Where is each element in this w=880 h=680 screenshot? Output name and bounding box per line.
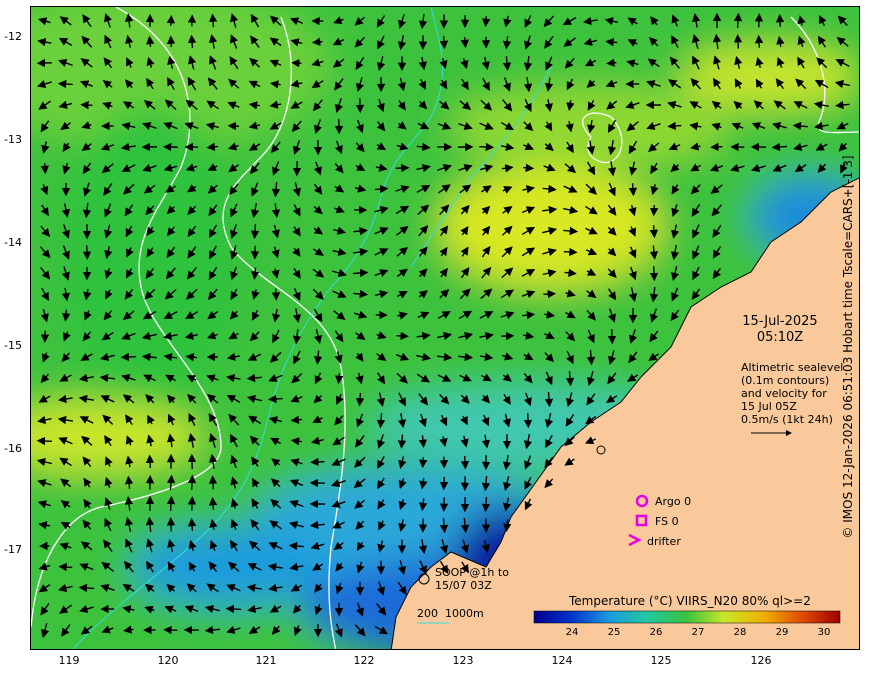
velocity-arrow [311, 37, 323, 46]
velocity-arrow [523, 163, 535, 172]
velocity-arrow [396, 331, 409, 341]
lon-tick-label: 121 [255, 654, 277, 667]
velocity-arrow [166, 495, 176, 511]
velocity-arrow [208, 475, 218, 490]
overlay-time: 05:10Z [756, 330, 804, 345]
velocity-arrow [733, 34, 743, 49]
velocity-arrow [481, 16, 491, 28]
velocity-arrow [166, 517, 176, 532]
velocity-arrow [754, 34, 764, 48]
velocity-arrow [460, 37, 469, 49]
colorbar-tick: 25 [607, 627, 621, 638]
lat-tick-label: -12 [4, 30, 22, 43]
velocity-arrow [187, 474, 197, 490]
velocity-arrow [523, 413, 533, 429]
velocity-arrow [40, 163, 50, 175]
velocity-arrow [754, 13, 764, 28]
lat-tick-label: -15 [4, 339, 22, 352]
lon-tick-label: 123 [452, 654, 474, 667]
velocity-arrow [460, 455, 470, 470]
velocity-arrow [146, 35, 155, 47]
desc-line: (0.1m contours) [741, 374, 830, 387]
overlay-description: Altimetric sealevel (0.1m contours) and … [741, 361, 843, 426]
velocity-arrow [606, 58, 617, 67]
overlay-date: 15-Jul-2025 [742, 314, 818, 329]
velocity-arrow [775, 13, 785, 27]
velocity-arrow [291, 58, 302, 68]
lon-tick-label: 119 [58, 654, 80, 667]
lat-tick-label: -16 [4, 442, 22, 455]
lon-tick-label: 124 [551, 654, 573, 667]
fs-label: FS 0 [655, 515, 679, 528]
velocity-arrow [225, 604, 241, 614]
velocity-arrow [563, 247, 578, 257]
velocity-arrow [163, 625, 178, 635]
desc-line: 0.5m/s (1kt 24h) [741, 413, 833, 426]
colorbar-tick: 26 [649, 627, 663, 638]
desc-line: 15 Jul 05Z [741, 400, 797, 413]
lat-tick-label: -14 [4, 236, 22, 249]
velocity-arrow [120, 352, 137, 362]
velocity-arrow [374, 184, 389, 194]
velocity-arrow [208, 496, 218, 510]
soop-line: 15/07 03Z [435, 579, 492, 592]
velocity-arrow [543, 289, 557, 299]
bathy-label: 200 1000m [417, 607, 484, 620]
velocity-arrow [479, 142, 495, 152]
velocity-arrow [733, 12, 743, 28]
velocity-arrow [187, 517, 197, 531]
colorbar-tick: 27 [691, 627, 705, 638]
velocity-arrow [649, 225, 659, 239]
velocity-arrow [439, 36, 449, 50]
velocity-arrow [334, 373, 344, 385]
velocity-arrow [61, 309, 71, 322]
argo-label: Argo 0 [655, 495, 692, 508]
colorbar-tick: 24 [565, 627, 579, 638]
velocity-arrow [250, 224, 260, 240]
velocity-arrow [310, 457, 325, 467]
soop-label: SOOP @1h to 15/07 03Z [435, 566, 509, 592]
lat-tick-label: -13 [4, 133, 22, 146]
velocity-arrow [166, 14, 176, 26]
soop-line: SOOP @1h to [435, 566, 509, 579]
velocity-arrow [271, 288, 281, 301]
lon-tick-label: 122 [353, 654, 375, 667]
overlay-date-block: 15-Jul-2025 05:10Z [731, 314, 829, 346]
velocity-arrow [667, 121, 682, 131]
velocity-arrow [58, 562, 73, 572]
velocity-arrow [628, 183, 638, 197]
colorbar-tick: 28 [733, 627, 747, 638]
velocity-arrow [352, 268, 369, 278]
desc-line: Altimetric sealevel [741, 361, 844, 374]
velocity-arrow [145, 454, 155, 469]
sst-map[interactable]: 15-Jul-2025 05:10Z Altimetric sealevel (… [30, 6, 860, 650]
velocity-arrow [78, 583, 95, 593]
credit-text: © IMOS 12-Jan-2026 06:51:03 Hobart time … [841, 155, 855, 539]
velocity-arrow [544, 392, 554, 408]
velocity-arrow [607, 328, 617, 345]
lat-tick-label: -17 [4, 543, 22, 556]
velocity-arrow [649, 266, 659, 282]
velocity-arrow [227, 121, 240, 131]
colorbar-tick: 30 [817, 627, 831, 638]
lon-tick-label: 125 [650, 654, 672, 667]
velocity-arrow [208, 13, 218, 28]
velocity-arrow [268, 394, 283, 404]
colorbar-tick: 29 [775, 627, 789, 638]
velocity-arrow [187, 34, 197, 49]
lon-tick-label: 120 [157, 654, 179, 667]
velocity-arrow [418, 457, 428, 469]
velocity-arrow [36, 436, 52, 446]
colorbar-title: Temperature (°C) VIIRS_N20 80% ql>=2 [569, 594, 811, 608]
colorbar [533, 610, 841, 624]
velocity-arrow [355, 392, 365, 407]
velocity-arrow [649, 204, 659, 217]
lon-tick-label: 126 [750, 654, 772, 667]
velocity-arrow [82, 245, 92, 260]
velocity-arrow [80, 100, 93, 110]
velocity-arrow [57, 79, 73, 89]
velocity-arrow [439, 476, 449, 491]
drifter-label: drifter [647, 535, 681, 548]
desc-line: and velocity for [741, 387, 827, 400]
